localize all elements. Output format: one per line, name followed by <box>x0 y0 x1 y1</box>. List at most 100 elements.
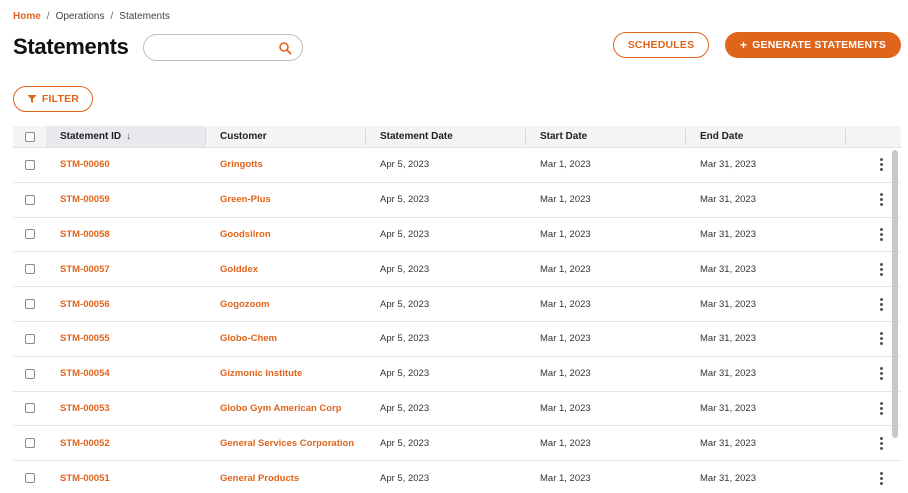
breadcrumb-operations-link[interactable]: Operations <box>56 11 105 22</box>
kebab-menu-icon[interactable] <box>875 332 887 346</box>
statement-id-link[interactable]: STM-00054 <box>46 357 206 391</box>
kebab-menu-icon[interactable] <box>875 193 887 207</box>
customer-link[interactable]: Gogozoom <box>206 287 366 321</box>
statement-date-cell: Apr 5, 2023 <box>380 298 430 310</box>
customer-link[interactable]: Green-Plus <box>206 183 366 217</box>
kebab-menu-icon[interactable] <box>875 262 887 276</box>
end-date-cell: Mar 31, 2023 <box>700 194 756 206</box>
kebab-menu-icon[interactable] <box>875 158 887 172</box>
customer-link[interactable]: Globo Gym American Corp <box>206 392 366 426</box>
row-select-cell <box>13 148 46 182</box>
statement-id-link[interactable]: STM-00052 <box>46 426 206 460</box>
row-checkbox[interactable] <box>24 229 35 240</box>
search-box <box>143 34 303 61</box>
column-label: Statement ID <box>60 131 122 142</box>
statements-table: Statement ID ↓ Customer Statement Date S… <box>13 126 901 493</box>
end-date-cell: Mar 31, 2023 <box>700 402 756 414</box>
schedules-button[interactable]: SCHEDULES <box>613 32 709 58</box>
page-title: Statements <box>13 34 129 59</box>
statement-id-link[interactable]: STM-00060 <box>46 148 206 182</box>
kebab-menu-icon[interactable] <box>875 227 887 241</box>
row-select-cell <box>13 322 46 356</box>
statement-date-cell: Apr 5, 2023 <box>380 333 430 345</box>
breadcrumb-separator: / <box>110 11 114 22</box>
column-header-customer[interactable]: Customer <box>206 126 366 147</box>
row-checkbox[interactable] <box>24 473 35 484</box>
kebab-menu-icon[interactable] <box>875 297 887 311</box>
row-select-cell <box>13 287 46 321</box>
scrollbar-thumb[interactable] <box>892 150 898 438</box>
table-scrollbar[interactable] <box>891 150 899 493</box>
statement-date-cell: Apr 5, 2023 <box>380 228 430 240</box>
table-row[interactable]: STM-00053 Globo Gym American Corp Apr 5, 2… <box>13 392 901 427</box>
customer-link[interactable]: General Services Corporation <box>206 426 366 460</box>
statement-id-link[interactable]: STM-00051 <box>46 461 206 493</box>
customer-link[interactable]: Golddex <box>206 252 366 286</box>
row-select-cell <box>13 218 46 252</box>
breadcrumb-home-link[interactable]: Home <box>13 11 41 22</box>
table-row[interactable]: STM-00051 General Products Apr 5, 2023 Mar … <box>13 461 901 493</box>
row-checkbox[interactable] <box>24 264 35 275</box>
kebab-menu-icon[interactable] <box>875 401 887 415</box>
start-date-cell: Mar 1, 2023 <box>540 228 591 240</box>
statement-id-link[interactable]: STM-00058 <box>46 218 206 252</box>
start-date-cell: Mar 1, 2023 <box>540 472 591 484</box>
search-icon[interactable] <box>278 41 292 55</box>
table-row[interactable]: STM-00052 General Services Corporation Apr… <box>13 426 901 462</box>
table-row[interactable]: STM-00055 Globo-Chem Apr 5, 2023 Mar 1, 202… <box>13 322 901 357</box>
table-row[interactable]: STM-00059 Green-Plus Apr 5, 2023 Mar 1, 202… <box>13 183 901 218</box>
end-date-cell: Mar 31, 2023 <box>700 298 756 310</box>
kebab-menu-icon[interactable] <box>875 436 887 450</box>
statement-id-link[interactable]: STM-00053 <box>46 392 206 426</box>
statement-date-cell: Apr 5, 2023 <box>380 263 430 275</box>
statement-date-cell: Apr 5, 2023 <box>380 194 430 206</box>
generate-statements-button[interactable]: + GENERATE STATEMENTS <box>725 32 901 58</box>
column-header-statement-date[interactable]: Statement Date <box>366 126 526 147</box>
statement-id-link[interactable]: STM-00059 <box>46 183 206 217</box>
row-checkbox[interactable] <box>24 159 35 170</box>
kebab-menu-icon[interactable] <box>875 367 887 381</box>
row-select-cell <box>13 252 46 286</box>
statement-date-cell: Apr 5, 2023 <box>380 368 430 380</box>
row-checkbox[interactable] <box>24 333 35 344</box>
statement-id-link[interactable]: STM-00056 <box>46 287 206 321</box>
end-date-cell: Mar 31, 2023 <box>700 159 756 171</box>
select-all-checkbox[interactable] <box>24 131 35 142</box>
filter-button-label: FILTER <box>41 93 80 105</box>
column-label: Start Date <box>540 131 588 142</box>
column-header-statement-id[interactable]: Statement ID ↓ <box>46 126 206 147</box>
table-row[interactable]: STM-00056 Gogozoom Apr 5, 2023 Mar 1, 2023 M… <box>13 287 901 322</box>
row-checkbox[interactable] <box>24 299 35 310</box>
row-checkbox[interactable] <box>24 194 35 205</box>
row-checkbox[interactable] <box>24 368 35 379</box>
row-checkbox[interactable] <box>24 403 35 414</box>
breadcrumb-current: Statements <box>119 11 170 22</box>
table-row[interactable]: STM-00057 Golddex Apr 5, 2023 Mar 1, 2023 Ma… <box>13 252 901 288</box>
customer-link[interactable]: Gringotts <box>206 148 366 182</box>
customer-link[interactable]: Goodsilron <box>206 218 366 252</box>
table-row[interactable]: STM-00060 Gringotts Apr 5, 2023 Mar 1, 2023… <box>13 148 901 183</box>
customer-link[interactable]: Gizmonic Institute <box>206 357 366 391</box>
table-row[interactable]: STM-00054 Gizmonic Institute Apr 5, 2023 Ma… <box>13 357 901 392</box>
start-date-cell: Mar 1, 2023 <box>540 333 591 345</box>
table-header: Statement ID ↓ Customer Statement Date S… <box>13 126 901 148</box>
plus-icon: + <box>739 38 748 52</box>
column-header-actions <box>846 126 901 147</box>
statement-id-link[interactable]: STM-00055 <box>46 322 206 356</box>
row-checkbox[interactable] <box>24 438 35 449</box>
end-date-cell: Mar 31, 2023 <box>700 437 756 449</box>
customer-link[interactable]: Globo-Chem <box>206 322 366 356</box>
generate-statements-label: GENERATE STATEMENTS <box>752 39 887 51</box>
kebab-menu-icon[interactable] <box>875 471 887 485</box>
table-row[interactable]: STM-00058 Goodsilron Apr 5, 2023 Mar 1, 202… <box>13 218 901 253</box>
arrow-down-icon: ↓ <box>126 131 132 142</box>
search-input[interactable] <box>154 39 274 57</box>
filter-button[interactable]: FILTER <box>13 86 93 112</box>
header-select-cell <box>13 126 46 147</box>
customer-link[interactable]: General Products <box>206 461 366 493</box>
filter-icon <box>27 95 37 103</box>
column-header-end-date[interactable]: End Date <box>686 126 846 147</box>
column-header-start-date[interactable]: Start Date <box>526 126 686 147</box>
row-select-cell <box>13 183 46 217</box>
statement-id-link[interactable]: STM-00057 <box>46 252 206 286</box>
